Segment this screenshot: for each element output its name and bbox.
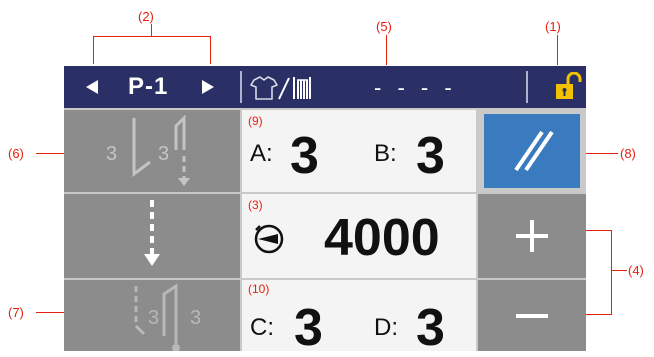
- callout-2-stem: [151, 24, 152, 36]
- speed-dial-icon: [254, 224, 284, 254]
- thread-trim-down-button[interactable]: 3 3: [64, 280, 240, 352]
- plus-button[interactable]: [478, 194, 586, 278]
- top-right-num: 3: [158, 143, 169, 165]
- counter-cd-panel[interactable]: (10) C: 3 D: 3: [242, 280, 476, 357]
- callout-8: (8): [620, 146, 636, 161]
- callout-4-bracket-top: [586, 230, 612, 231]
- reset-button[interactable]: [484, 114, 580, 188]
- callout-6: (6): [8, 146, 24, 161]
- counter-c-label: C:: [250, 314, 274, 341]
- minus-icon: [516, 314, 548, 318]
- callout-5: (5): [376, 19, 392, 34]
- callout-6-line: [36, 153, 64, 154]
- callout-4: (4): [628, 263, 644, 278]
- callout-3: (3): [248, 198, 263, 212]
- header-bar: P-1 - - - -: [64, 66, 586, 108]
- next-program-button[interactable]: [202, 80, 214, 94]
- counter-a-label: A:: [250, 140, 273, 167]
- thread-trim-up-button[interactable]: 3 3: [64, 110, 240, 192]
- counter-d-label: D:: [374, 314, 398, 341]
- callout-7: (7): [8, 305, 24, 320]
- callout-7-line: [36, 312, 64, 313]
- callout-1: (1): [545, 19, 561, 34]
- callout-10: (10): [248, 282, 270, 296]
- callout-2: (2): [138, 9, 154, 24]
- counter-c-value: 3: [294, 299, 323, 357]
- callout-2-bracket-right: [210, 36, 211, 64]
- callout-1-line: [557, 35, 558, 65]
- minus-button[interactable]: [478, 280, 586, 351]
- needle-down-button[interactable]: [64, 194, 240, 278]
- right-top-area: [478, 110, 586, 192]
- callout-4-stem: [611, 270, 627, 271]
- counter-d-value: 3: [416, 299, 445, 357]
- stitch-up-icon: 3 3: [106, 114, 190, 186]
- plus-icon: [516, 220, 548, 252]
- unlock-icon[interactable]: [554, 72, 582, 102]
- stitch-down-icon: 3 3: [134, 283, 201, 352]
- program-number: P-1: [128, 73, 169, 100]
- callout-5-line: [386, 35, 387, 65]
- prev-program-button[interactable]: [86, 80, 98, 94]
- bottom-right-num: 3: [190, 307, 201, 329]
- callout-9: (9): [248, 114, 263, 128]
- shirt-thread-icon[interactable]: [250, 74, 330, 102]
- counter-b-value: 3: [416, 127, 445, 185]
- top-left-num: 3: [106, 143, 117, 165]
- header-separator: [240, 71, 242, 103]
- speed-value: 4000: [324, 209, 440, 267]
- status-display: - - - -: [374, 75, 457, 100]
- header-separator-right: [526, 71, 528, 103]
- callout-2-bracket: [93, 36, 211, 37]
- double-slash-icon: [514, 130, 554, 172]
- counter-b-label: B:: [374, 140, 397, 167]
- counter-a-value: 3: [290, 127, 319, 185]
- speed-panel[interactable]: (3) 4000: [242, 194, 476, 278]
- callout-4-bracket-bottom: [586, 314, 612, 315]
- callout-8-line: [586, 153, 618, 154]
- counter-ab-panel[interactable]: (9) A: 3 B: 3: [242, 110, 476, 192]
- arrow-down-icon: [144, 200, 160, 266]
- callout-2-bracket-left: [93, 36, 94, 64]
- callout-4-bracket-vertical: [611, 230, 612, 315]
- bottom-left-num: 3: [148, 307, 159, 329]
